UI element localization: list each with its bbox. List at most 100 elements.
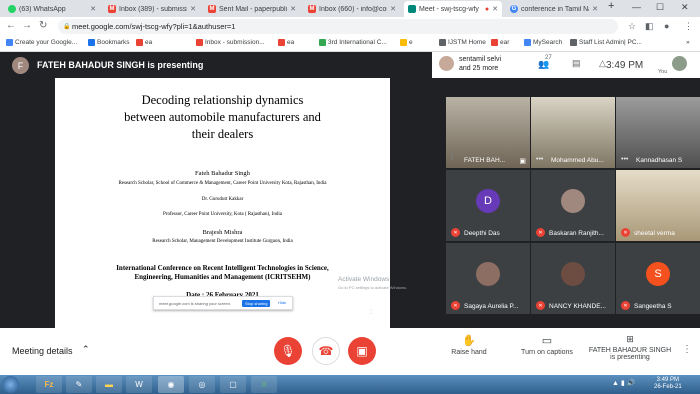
slide-title-line: their dealers — [191, 127, 254, 141]
start-button[interactable] — [2, 376, 19, 393]
minimize-button[interactable]: — — [632, 2, 641, 12]
hang-up-icon: ☎ — [318, 344, 334, 358]
participant-tile[interactable]: ••• Kannadhasan S — [616, 97, 700, 168]
url-bar[interactable]: 🔒 meet.google.com/swj-tscg-wfy?pli=1&aut… — [58, 19, 618, 34]
tab-whatsapp[interactable]: (63) WhatsApp ✕ — [4, 1, 100, 17]
word-icon[interactable]: W — [126, 376, 152, 393]
participant-tile[interactable]: ••• Mohammed Abu... — [531, 97, 615, 168]
bookmark-item[interactable]: IJSTM Home — [439, 39, 486, 46]
bookmark-item[interactable]: MySearch — [524, 39, 562, 46]
tab-inbox-info[interactable]: M Inbox (660) - info@conf ✕ — [304, 1, 400, 17]
camera-toggle-button[interactable]: ▣ — [348, 337, 376, 365]
close-icon[interactable]: ✕ — [90, 5, 96, 13]
hand-icon: ✋ — [462, 335, 476, 347]
participant-tile[interactable]: D ✕ Deepthi Das — [446, 170, 530, 241]
site-icon — [319, 39, 326, 46]
presenting-button[interactable]: ⊞ FATEH BAHADUR SINGH is presenting — [588, 334, 672, 361]
chat-icon[interactable]: ▤ — [572, 58, 581, 69]
close-window-button[interactable]: ✕ — [681, 2, 689, 13]
close-icon[interactable]: ✕ — [492, 5, 498, 13]
raise-hand-button[interactable]: ✋ Raise hand — [446, 334, 492, 356]
forward-icon[interactable]: → — [22, 20, 32, 31]
tab-inbox-submission[interactable]: M Inbox (389) - submission ✕ — [104, 1, 200, 17]
site-icon — [400, 39, 407, 46]
profile-icon[interactable]: ● — [664, 21, 669, 31]
tab-label: conference in Tamil Nad — [521, 5, 590, 13]
activities-icon[interactable]: △ — [599, 58, 606, 69]
browser-tab-strip: (63) WhatsApp ✕ M Inbox (389) - submissi… — [0, 0, 700, 17]
tool-icon[interactable]: ✎ — [66, 376, 92, 393]
participant-tile[interactable]: ✕ Sagaya Aurelia P... — [446, 243, 530, 314]
more-options-icon[interactable]: ••• — [621, 156, 628, 163]
bookmark-item[interactable]: 3rd International C... — [319, 39, 387, 46]
chrome-icon[interactable]: ◉ — [158, 376, 184, 393]
close-icon[interactable]: ✕ — [190, 5, 196, 13]
bookmark-label: ea — [145, 39, 153, 46]
tab-google-search[interactable]: G conference in Tamil Nad ✕ — [506, 1, 602, 17]
star-icon[interactable]: ☆ — [628, 21, 636, 32]
bookmark-item[interactable]: Staff List Admin| PC... — [570, 39, 642, 46]
gmail-icon — [136, 39, 143, 46]
bookmark-item[interactable]: e — [400, 39, 413, 46]
folder-icon[interactable]: ▬ — [96, 376, 122, 393]
participant-tile[interactable]: S ✕ Sangeetha S — [616, 243, 700, 314]
bookmark-label: Inbox - submission... — [205, 39, 265, 46]
stop-sharing-button[interactable]: Stop sharing — [242, 300, 271, 307]
monitor-icon[interactable]: ▢ — [220, 376, 246, 393]
more-options-icon[interactable]: ⋮ — [682, 344, 692, 355]
selected-participant[interactable]: sentamil selvi and 25 more — [459, 55, 501, 73]
meet-icon — [408, 5, 416, 13]
bookmark-item[interactable]: ear — [491, 39, 509, 46]
self-avatar — [672, 56, 687, 71]
participant-tile[interactable]: ✕ NANCY KHANDE... — [531, 243, 615, 314]
meet-top-right-panel: sentamil selvi and 25 more 👥 27 ▤ △ 3:49… — [432, 52, 700, 78]
maximize-button[interactable]: ☐ — [656, 2, 664, 13]
bookmark-label: 3rd International C... — [328, 39, 387, 46]
mic-off-icon: ✕ — [451, 301, 460, 310]
chevron-up-icon[interactable]: ⌃ — [82, 344, 90, 355]
participant-name: Sangeetha S — [634, 303, 672, 310]
tab-meet[interactable]: Meet - swj-tscg-wfy ● ✕ — [404, 1, 502, 17]
more-options-icon[interactable]: ••• — [536, 156, 543, 163]
mic-toggle-button[interactable]: 🎙 — [274, 337, 302, 365]
participant-tile[interactable]: ✕ Baskaran Ranjith... — [531, 170, 615, 241]
participant-name: Kannadhasan S — [636, 157, 683, 164]
presentation-stage: Decoding relationship dynamics between a… — [0, 78, 446, 328]
participant-tile[interactable]: ✕ sheetal verma — [616, 170, 700, 241]
meeting-details-button[interactable]: Meeting details — [12, 346, 73, 356]
reload-icon[interactable]: ↻ — [39, 20, 47, 31]
close-icon[interactable]: ✕ — [290, 5, 296, 13]
close-icon[interactable]: ✕ — [592, 5, 598, 13]
system-tray-icons[interactable]: ▲ ▮ 🔊 — [612, 379, 635, 387]
captions-button[interactable]: ▭ Turn on captions — [515, 334, 579, 356]
filezilla-icon[interactable]: Fz — [36, 376, 62, 393]
slide-affiliation: Research Scholar, School of Commerce & M… — [118, 181, 327, 186]
bookmark-item[interactable]: ea — [136, 39, 152, 46]
address-row: ← → ↻ 🔒 meet.google.com/swj-tscg-wfy?pli… — [0, 17, 700, 36]
share-bar-text: meet.google.com is sharing your screen. — [159, 300, 232, 306]
bookmarks-bar: Create your Google... Bookmarks ea Inbox… — [0, 36, 700, 52]
bookmark-item[interactable]: Inbox - submission... — [196, 39, 265, 46]
media-icon[interactable]: ◎ — [189, 376, 215, 393]
bookmark-item[interactable]: Create your Google... — [6, 39, 77, 46]
bookmark-item[interactable]: ea — [278, 39, 294, 46]
participant-name: Sagaya Aurelia P... — [464, 303, 519, 310]
menu-icon[interactable]: ⋮ — [684, 21, 693, 32]
more-bookmarks-icon[interactable]: » — [686, 39, 690, 46]
tab-sent-mail[interactable]: M Sent Mail - paperpublic ✕ — [204, 1, 300, 17]
back-icon[interactable]: ← — [6, 20, 16, 31]
excel-icon[interactable]: X — [251, 376, 277, 393]
close-icon[interactable]: ✕ — [390, 5, 396, 13]
hide-button[interactable]: Hide — [278, 300, 286, 305]
extension-icon[interactable]: ◧ — [645, 21, 654, 32]
taskbar-clock[interactable]: 3:49 PM 26-Feb-21 — [654, 377, 682, 391]
leave-call-button[interactable]: ☎ — [312, 337, 340, 365]
present-icon: ▣ — [519, 158, 526, 165]
participant-tile[interactable]: ⫶ FATEH BAH... ▣ — [446, 97, 530, 168]
screen-share-bar: meet.google.com is sharing your screen. … — [153, 296, 293, 310]
bookmark-label: MySearch — [533, 39, 563, 46]
search-icon — [524, 39, 531, 46]
new-tab-button[interactable]: + — [608, 0, 614, 12]
bookmark-item[interactable]: Bookmarks — [88, 39, 130, 46]
slide-affiliation: Professor, Career Point University, Kota… — [163, 212, 282, 217]
